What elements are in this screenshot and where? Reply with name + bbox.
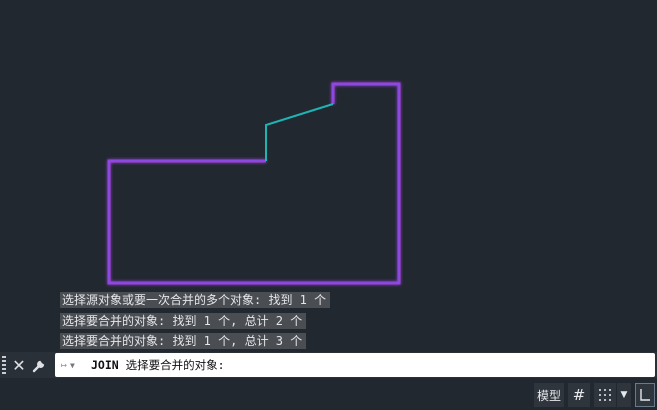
model-space-button[interactable]: 模型 <box>534 383 564 407</box>
command-history-line: 选择源对象或要一次合并的多个对象: 找到 1 个 <box>60 292 331 308</box>
command-name: JOIN <box>91 358 119 372</box>
command-prompt-text: 选择要合并的对象: <box>125 358 225 372</box>
joined-polyline[interactable] <box>107 82 401 285</box>
drawing-canvas[interactable]: 选择源对象或要一次合并的多个对象: 找到 1 个 选择要合并的对象: 找到 1 … <box>0 0 657 350</box>
chevron-down-icon[interactable]: ▼ <box>617 383 631 407</box>
wrench-icon[interactable] <box>30 352 50 378</box>
command-line-grip[interactable] <box>2 356 6 374</box>
close-icon[interactable]: ✕ <box>9 352 29 378</box>
command-line: ✕ ↦ ▼ JOIN 选择要合并的对象: <box>0 352 657 378</box>
ucs-icon[interactable] <box>635 383 655 407</box>
grid-icon[interactable]: # <box>568 383 590 407</box>
recent-commands-icon[interactable]: ↦ ▼ <box>61 353 87 377</box>
status-bar: 模型 # ▼ <box>0 380 657 410</box>
snap-icon[interactable] <box>594 383 616 407</box>
cyan-line-segment[interactable] <box>265 103 334 161</box>
command-history-line: 选择要合并的对象: 找到 1 个, 总计 3 个 <box>60 333 307 349</box>
command-input[interactable]: ↦ ▼ JOIN 选择要合并的对象: <box>55 353 655 377</box>
command-history-line: 选择要合并的对象: 找到 1 个, 总计 2 个 <box>60 313 307 329</box>
command-prompt: JOIN 选择要合并的对象: <box>91 353 225 377</box>
